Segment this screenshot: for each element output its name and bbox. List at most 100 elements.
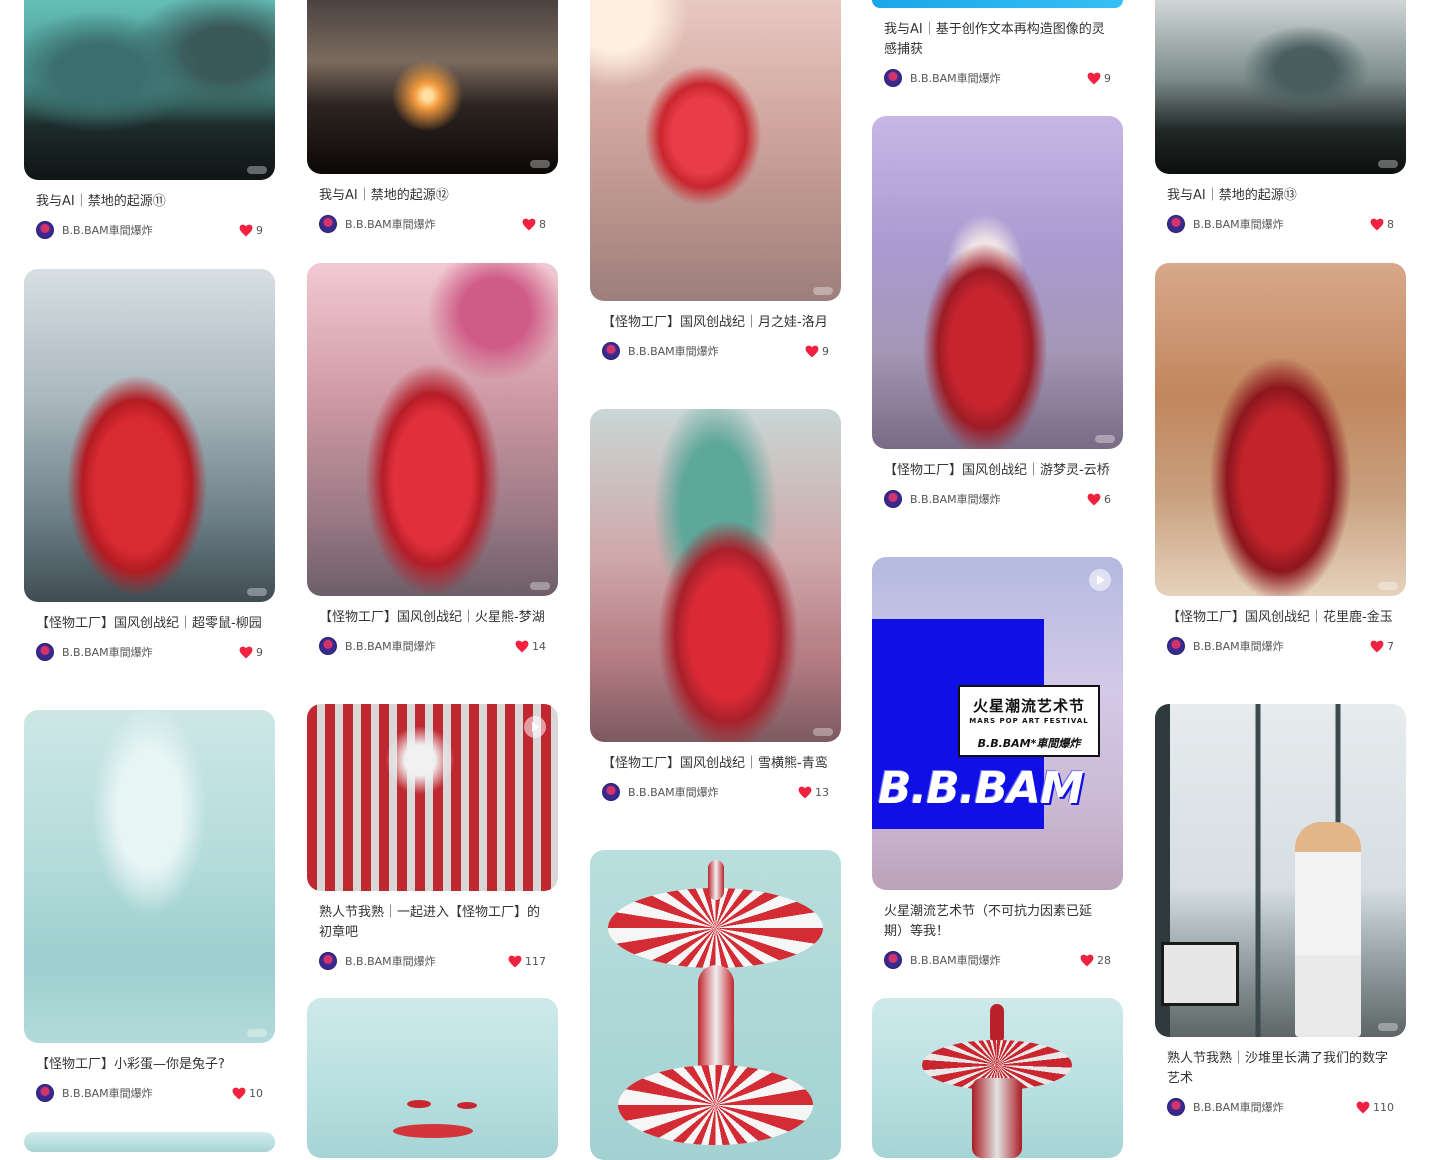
post-cover-image[interactable]	[1155, 0, 1406, 174]
post-cover-image[interactable]	[872, 116, 1123, 449]
like-button[interactable]: 110	[1356, 1101, 1394, 1114]
post-cover-image[interactable]	[307, 998, 558, 1158]
author-name[interactable]: B.B.BAM車間爆炸	[1193, 1099, 1284, 1115]
avatar[interactable]	[884, 490, 902, 508]
post-title[interactable]: 火星潮流艺术节（不可抗力因素已延期）等我！	[884, 902, 1111, 942]
avatar[interactable]	[319, 637, 337, 655]
avatar[interactable]	[1167, 215, 1185, 233]
post-card[interactable]: 熟人节我熟｜一起进入【怪物工厂】的初章吧 B.B.BAM車間爆炸 117	[307, 704, 558, 971]
post-title[interactable]: 熟人节我熟｜沙堆里长满了我们的数字艺术	[1167, 1049, 1394, 1089]
author[interactable]: B.B.BAM車間爆炸	[1167, 215, 1284, 233]
avatar[interactable]	[319, 952, 337, 970]
like-button[interactable]: 14	[515, 640, 546, 653]
post-title[interactable]: 【怪物工厂】国风创战纪｜游梦灵-云桥	[884, 461, 1111, 481]
post-cover-image[interactable]	[24, 710, 275, 1043]
author-name[interactable]: B.B.BAM車間爆炸	[62, 222, 153, 238]
like-button[interactable]: 9	[239, 224, 263, 237]
like-button[interactable]: 10	[232, 1087, 263, 1100]
avatar[interactable]	[602, 342, 620, 360]
post-title[interactable]: 熟人节我熟｜一起进入【怪物工厂】的初章吧	[319, 903, 546, 943]
avatar[interactable]	[1167, 1098, 1185, 1116]
author[interactable]: B.B.BAM車間爆炸	[602, 783, 719, 801]
avatar[interactable]	[884, 69, 902, 87]
avatar[interactable]	[36, 221, 54, 239]
video-play-icon[interactable]	[1089, 569, 1111, 591]
post-cover-image[interactable]	[590, 409, 841, 742]
post-cover-image[interactable]	[307, 0, 558, 174]
post-title[interactable]: 【怪物工厂】小彩蛋—你是兔子?	[36, 1055, 263, 1075]
avatar[interactable]	[36, 643, 54, 661]
author[interactable]: B.B.BAM車間爆炸	[319, 637, 436, 655]
like-button[interactable]: 8	[1370, 218, 1394, 231]
post-card[interactable]: 【怪物工厂】国风创战纪｜游梦灵-云桥 B.B.BAM車間爆炸 6	[872, 116, 1123, 509]
post-cover-image[interactable]	[872, 998, 1123, 1158]
author[interactable]: B.B.BAM車間爆炸	[319, 952, 436, 970]
author-name[interactable]: B.B.BAM車間爆炸	[910, 70, 1001, 86]
post-card[interactable]: 我与AI｜基于创作文本再构造图像的灵感捕获 B.B.BAM車間爆炸 9	[872, 0, 1123, 88]
author-name[interactable]: B.B.BAM車間爆炸	[1193, 638, 1284, 654]
avatar[interactable]	[884, 951, 902, 969]
author-name[interactable]: B.B.BAM車間爆炸	[628, 784, 719, 800]
author-name[interactable]: B.B.BAM車間爆炸	[345, 638, 436, 654]
post-title[interactable]: 我与AI｜禁地的起源⑬	[1167, 186, 1394, 206]
post-card[interactable]: 火星潮流艺术节 MARS POP ART FESTIVAL B.B.BAM*車間…	[872, 557, 1123, 970]
author[interactable]: B.B.BAM車間爆炸	[36, 1084, 153, 1102]
post-card[interactable]: 【怪物工厂】国风创战纪｜雪横熊-青鸾 B.B.BAM車間爆炸 13	[590, 409, 841, 802]
post-title[interactable]: 【怪物工厂】国风创战纪｜花里鹿-金玉	[1167, 608, 1394, 628]
avatar[interactable]	[36, 1084, 54, 1102]
avatar[interactable]	[1167, 637, 1185, 655]
like-button[interactable]: 7	[1370, 640, 1394, 653]
post-cover-image[interactable]	[1155, 704, 1406, 1037]
author[interactable]: B.B.BAM車間爆炸	[36, 643, 153, 661]
post-cover-image[interactable]	[872, 0, 1123, 8]
post-card[interactable]: 【怪物工厂】国风创战纪｜花里鹿-金玉 B.B.BAM車間爆炸 7	[1155, 263, 1406, 656]
post-cover-image[interactable]	[590, 0, 841, 301]
like-button[interactable]: 117	[508, 955, 546, 968]
post-title[interactable]: 我与AI｜基于创作文本再构造图像的灵感捕获	[884, 20, 1111, 60]
post-card[interactable]: 我与AI｜禁地的起源⑬ B.B.BAM車間爆炸 8	[1155, 0, 1406, 234]
like-button[interactable]: 9	[805, 345, 829, 358]
like-button[interactable]: 8	[522, 218, 546, 231]
post-cover-image[interactable]	[307, 263, 558, 596]
post-cover-image[interactable]	[307, 704, 558, 891]
post-title[interactable]: 【怪物工厂】国风创战纪｜火星熊-梦湖	[319, 608, 546, 628]
author-name[interactable]: B.B.BAM車間爆炸	[345, 953, 436, 969]
avatar[interactable]	[319, 215, 337, 233]
post-title[interactable]: 【怪物工厂】国风创战纪｜超零鼠-柳园	[36, 614, 263, 634]
author[interactable]: B.B.BAM車間爆炸	[884, 490, 1001, 508]
avatar[interactable]	[602, 783, 620, 801]
like-button[interactable]: 6	[1087, 493, 1111, 506]
author[interactable]: B.B.BAM車間爆炸	[36, 221, 153, 239]
author-name[interactable]: B.B.BAM車間爆炸	[62, 644, 153, 660]
post-card[interactable]: 【怪物工厂】国风创战纪｜火星熊-梦湖 B.B.BAM車間爆炸 14	[307, 263, 558, 656]
post-title[interactable]: 我与AI｜禁地的起源⑪	[36, 192, 263, 212]
post-card[interactable]: 【怪物工厂】国风创战纪｜月之娃-洛月 B.B.BAM車間爆炸 9	[590, 0, 841, 361]
post-card[interactable]: 【怪物工厂】国风创战纪｜超零鼠-柳园 B.B.BAM車間爆炸 9	[24, 269, 275, 662]
post-card[interactable]: 熟人节我熟｜沙堆里长满了我们的数字艺术 B.B.BAM車間爆炸 110	[1155, 704, 1406, 1117]
post-card[interactable]: 我与AI｜禁地的起源⑫ B.B.BAM車間爆炸 8	[307, 0, 558, 234]
author[interactable]: B.B.BAM車間爆炸	[884, 951, 1001, 969]
post-cover-image[interactable]	[1155, 263, 1406, 596]
post-cover-image[interactable]	[24, 1132, 275, 1152]
author[interactable]: B.B.BAM車間爆炸	[1167, 1098, 1284, 1116]
author-name[interactable]: B.B.BAM車間爆炸	[345, 216, 436, 232]
like-button[interactable]: 28	[1080, 954, 1111, 967]
video-play-icon[interactable]	[524, 716, 546, 738]
like-button[interactable]: 9	[239, 646, 263, 659]
author-name[interactable]: B.B.BAM車間爆炸	[910, 491, 1001, 507]
author[interactable]: B.B.BAM車間爆炸	[884, 69, 1001, 87]
author[interactable]: B.B.BAM車間爆炸	[602, 342, 719, 360]
author-name[interactable]: B.B.BAM車間爆炸	[628, 343, 719, 359]
post-title[interactable]: 我与AI｜禁地的起源⑫	[319, 186, 546, 206]
author-name[interactable]: B.B.BAM車間爆炸	[1193, 216, 1284, 232]
author[interactable]: B.B.BAM車間爆炸	[319, 215, 436, 233]
post-title[interactable]: 【怪物工厂】国风创战纪｜雪横熊-青鸾	[602, 754, 829, 774]
like-button[interactable]: 9	[1087, 72, 1111, 85]
post-title[interactable]: 【怪物工厂】国风创战纪｜月之娃-洛月	[602, 313, 829, 333]
post-cover-image[interactable]: 火星潮流艺术节 MARS POP ART FESTIVAL B.B.BAM*車間…	[872, 557, 1123, 890]
post-cover-image[interactable]	[24, 0, 275, 180]
author-name[interactable]: B.B.BAM車間爆炸	[62, 1085, 153, 1101]
author-name[interactable]: B.B.BAM車間爆炸	[910, 952, 1001, 968]
post-cover-image[interactable]	[24, 269, 275, 602]
post-cover-image[interactable]	[590, 850, 841, 1160]
